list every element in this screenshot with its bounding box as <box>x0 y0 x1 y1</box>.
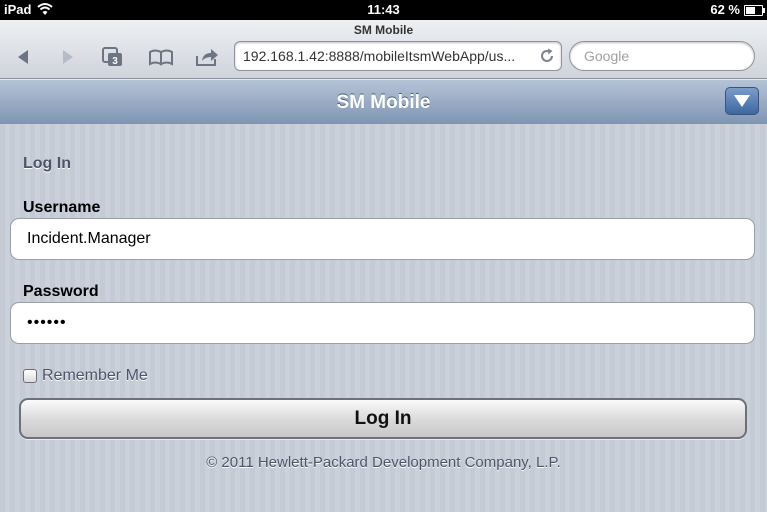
password-label: Password <box>23 283 99 300</box>
username-input[interactable] <box>10 218 755 260</box>
search-input[interactable] <box>582 47 746 65</box>
tabs-icon: 3 <box>102 47 122 67</box>
remember-me-checkbox[interactable] <box>23 369 37 383</box>
app-title: SM Mobile <box>336 92 431 113</box>
username-label: Username <box>23 199 101 216</box>
browser-page-title: SM Mobile <box>353 23 414 37</box>
battery-icon <box>744 5 765 16</box>
status-bar: iPad 11:43 62 % <box>0 0 767 20</box>
reload-icon[interactable] <box>539 48 555 64</box>
login-button[interactable]: Log In <box>19 398 747 439</box>
tab-count: 3 <box>112 56 118 67</box>
battery-level <box>746 7 755 14</box>
back-button[interactable] <box>8 46 38 68</box>
search-field[interactable] <box>569 41 755 71</box>
bookmarks-icon <box>149 49 173 66</box>
forward-arrow-icon <box>63 50 73 64</box>
section-title: Log In <box>23 155 71 172</box>
tabs-button[interactable]: 3 <box>98 46 128 68</box>
share-button[interactable] <box>192 46 222 68</box>
login-panel: Log In Username Password Remember Me Log… <box>0 124 767 512</box>
clock: 11:43 <box>367 2 400 17</box>
forward-button[interactable] <box>53 46 83 68</box>
remember-me[interactable]: Remember Me <box>23 367 148 385</box>
triangle-down-icon <box>734 95 750 107</box>
password-input[interactable] <box>10 302 755 344</box>
url-field[interactable]: 192.168.1.42:8888/mobileItsmWebApp/us... <box>234 41 562 71</box>
back-arrow-icon <box>18 50 28 64</box>
battery-percent: 62 % <box>710 2 740 17</box>
url-text: 192.168.1.42:8888/mobileItsmWebApp/us... <box>243 48 516 64</box>
share-icon <box>196 49 218 66</box>
bookmarks-button[interactable] <box>146 46 176 68</box>
remember-me-label[interactable]: Remember Me <box>42 367 148 385</box>
copyright-text: © 2011 Hewlett-Packard Development Compa… <box>206 454 561 471</box>
menu-button[interactable] <box>725 87 759 115</box>
app-header: SM Mobile <box>0 79 767 125</box>
